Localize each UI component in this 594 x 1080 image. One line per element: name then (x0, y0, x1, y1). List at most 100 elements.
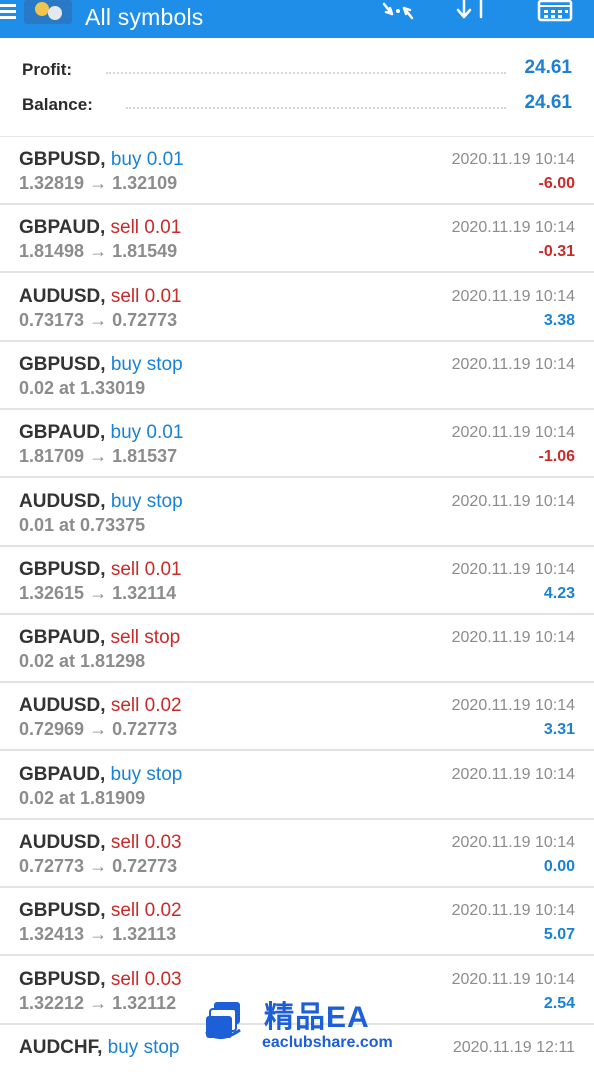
trade-time: 2020.11.19 10:14 (451, 219, 575, 237)
trade-symbol-line: GBPUSD, sell 0.01 (19, 558, 182, 580)
calendar-icon[interactable] (537, 0, 573, 22)
trade-type: buy stop (107, 1036, 180, 1058)
trade-symbol-line: AUDCHF, buy stop (19, 1036, 180, 1058)
trade-symbol-line: GBPAUD, buy stop (19, 763, 183, 785)
trade-prices: 0.73173 → 0.72773 (19, 309, 178, 330)
trade-type: sell 0.01 (110, 285, 182, 307)
trade-row[interactable]: GBPAUD, buy stop 0.02 at 1.81909 2020.11.1… (0, 751, 594, 820)
dotted-leader (126, 107, 506, 109)
trade-symbol-line: GBPUSD, sell 0.03 (19, 968, 182, 990)
account-summary: Profit: 24.61 Balance: 24.61 (0, 38, 594, 138)
trade-prices: 1.81709 → 1.81537 (19, 446, 178, 467)
menu-icon[interactable] (0, 4, 16, 20)
trade-symbol-line: GBPUSD, sell 0.02 (19, 900, 182, 922)
trade-symbol: AUDUSD (19, 285, 101, 307)
trade-time: 2020.11.19 10:14 (451, 287, 575, 305)
trade-profit: 3.31 (543, 721, 575, 739)
profit-row: Profit: 24.61 (22, 56, 572, 86)
watermark: 精品EA eaclubshare.com (198, 990, 398, 1070)
trade-prices: 0.72969 → 0.72773 (19, 719, 178, 740)
trade-symbol-line: GBPAUD, sell 0.01 (19, 217, 182, 239)
trade-symbol-line: AUDUSD, sell 0.01 (19, 285, 182, 307)
page-title[interactable]: All symbols (85, 4, 204, 31)
trade-symbol: GBPAUD (19, 627, 100, 649)
trade-row[interactable]: GBPAUD, sell stop 0.02 at 1.81298 2020.11.… (0, 615, 594, 684)
trade-row[interactable]: GBPAUD, sell 0.01 1.81498 → 1.81549 2020.1… (0, 205, 594, 274)
watermark-subtitle: eaclubshare.com (262, 1034, 393, 1051)
trade-prices: 1.32413 → 1.32113 (19, 924, 177, 945)
trade-symbol-line: GBPAUD, sell stop (19, 627, 181, 649)
trade-time: 2020.11.19 10:14 (451, 424, 575, 442)
trade-time: 2020.11.19 10:14 (451, 902, 575, 920)
trade-symbol-line: GBPUSD, buy stop (19, 353, 183, 375)
trade-profit: 4.23 (543, 584, 575, 602)
app-screen: All symbols Profit: 24.61 Balance: 24.61… (0, 0, 594, 1080)
trade-prices: 0.01 at 0.73375 (19, 514, 146, 535)
trade-type: sell 0.02 (110, 695, 182, 717)
trade-row[interactable]: GBPUSD, sell 0.02 1.32413 → 1.32113 2020.1… (0, 888, 594, 957)
trade-symbol: AUDCHF (19, 1036, 98, 1058)
trade-type: sell stop (110, 627, 181, 649)
watermark-logo-icon (205, 1002, 241, 1039)
trade-time: 2020.11.19 10:14 (451, 765, 575, 783)
trade-symbol-line: AUDUSD, sell 0.03 (19, 832, 182, 853)
app-logo (24, 0, 72, 24)
trade-profit: -1.06 (538, 448, 575, 466)
trade-prices: 0.02 at 1.81909 (19, 787, 146, 808)
trade-symbol: AUDUSD (19, 832, 101, 853)
trade-row[interactable]: AUDUSD, sell 0.02 0.72969 → 0.72773 2020.1… (0, 683, 594, 752)
trade-row[interactable]: GBPAUD, buy 0.01 1.81709 → 1.81537 2020.11… (0, 410, 594, 479)
trade-symbol-line: AUDUSD, sell 0.02 (19, 695, 182, 717)
trade-time: 2020.11.19 10:14 (451, 697, 575, 715)
trade-profit: 0.00 (543, 858, 575, 875)
trade-symbol-line: GBPUSD, buy 0.01 (19, 149, 184, 170)
trade-time: 2020.11.19 10:14 (451, 970, 575, 988)
profit-label: Profit: (22, 60, 73, 79)
trade-time: 2020.11.19 10:14 (451, 629, 575, 647)
balance-label: Balance: (22, 95, 93, 114)
trade-prices: 0.72773 → 0.72773 (19, 856, 178, 876)
trade-profit: -6.00 (538, 175, 575, 192)
trade-row[interactable]: GBPUSD, buy 0.01 1.32819 → 1.32109 2020.11… (0, 137, 594, 205)
trade-time: 2020.11.19 10:14 (451, 355, 575, 373)
trade-prices: 1.81498 → 1.81549 (19, 241, 178, 262)
trade-type: sell 0.03 (110, 968, 182, 990)
trade-time: 2020.11.19 10:14 (451, 492, 575, 510)
trade-type: sell 0.01 (110, 558, 182, 580)
trade-row[interactable]: AUDUSD, sell 0.01 0.73173 → 0.72773 2020.1… (0, 273, 594, 342)
trade-symbol-line: AUDUSD, buy stop (19, 490, 183, 512)
trade-row[interactable]: GBPUSD, buy stop 0.02 at 1.33019 2020.11.1… (0, 341, 594, 410)
balance-value: 24.61 (524, 92, 572, 113)
trade-row[interactable]: AUDUSD, buy stop 0.01 at 0.73375 2020.11.1… (0, 478, 594, 547)
trade-prices: 0.02 at 1.81298 (19, 651, 146, 672)
trade-symbol: GBPAUD (19, 763, 100, 785)
dotted-leader (106, 72, 506, 74)
trade-prices: 1.32615 → 1.32114 (19, 582, 177, 603)
trade-symbol: AUDUSD (19, 490, 101, 512)
trade-profit: -0.31 (538, 243, 575, 261)
trade-type: sell 0.01 (110, 217, 182, 239)
top-bar: All symbols (0, 0, 594, 38)
trade-prices: 1.32819 → 1.32109 (19, 173, 178, 193)
balance-row: Balance: 24.61 (22, 91, 572, 121)
trade-type: buy stop (110, 763, 183, 785)
sort-icon[interactable] (455, 0, 491, 22)
trade-type: buy stop (110, 490, 183, 512)
trade-symbol: GBPUSD (19, 968, 101, 990)
trade-type: sell 0.02 (110, 900, 182, 922)
trade-type: buy 0.01 (110, 149, 184, 170)
trade-symbol-line: GBPAUD, buy 0.01 (19, 422, 184, 444)
trade-symbol: GBPUSD (19, 558, 101, 580)
trade-symbol: GBPAUD (19, 422, 100, 444)
trade-row[interactable]: AUDUSD, sell 0.03 0.72773 → 0.72773 2020.1… (0, 820, 594, 888)
trade-time: 2020.11.19 12:11 (452, 1038, 575, 1056)
trade-type: sell 0.03 (110, 832, 182, 853)
sort-direction-icon[interactable] (378, 0, 418, 22)
trade-symbol: AUDUSD (19, 695, 101, 717)
trade-symbol: GBPUSD (19, 149, 101, 170)
profit-value: 24.61 (524, 57, 572, 78)
trade-time: 2020.11.19 10:14 (451, 151, 575, 168)
trade-row[interactable]: GBPUSD, sell 0.01 1.32615 → 1.32114 2020.1… (0, 546, 594, 615)
trade-prices: 0.02 at 1.33019 (19, 377, 146, 398)
trade-time: 2020.11.19 10:14 (451, 834, 575, 851)
